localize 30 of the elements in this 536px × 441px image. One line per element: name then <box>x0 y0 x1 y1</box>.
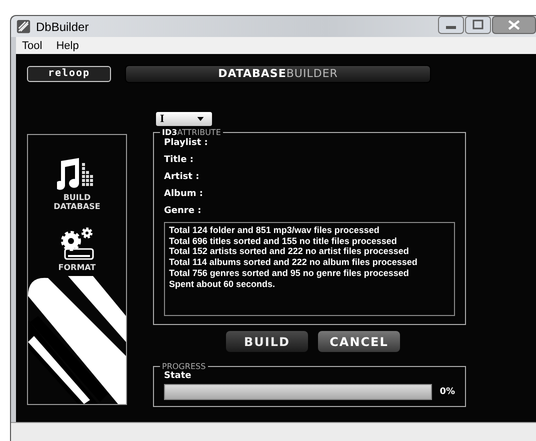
log-line: Total 124 folder and 851 mp3/wav files processed <box>169 225 380 236</box>
dropdown[interactable]: I <box>156 112 212 126</box>
log-line: Total 114 albums sorted and 222 no album files processed <box>169 257 418 268</box>
field-label: Genre : <box>164 205 202 218</box>
field-label: Artist : <box>164 171 200 184</box>
menu-item[interactable]: Tool <box>22 40 42 52</box>
state-label: State <box>164 371 192 383</box>
cancel-button[interactable]: CANCEL <box>318 331 400 352</box>
close-button[interactable] <box>492 16 536 34</box>
menu-item[interactable]: Help <box>56 40 79 52</box>
log-line: Total 696 titles sorted and 155 no title files processed <box>169 236 398 246</box>
logo: reloop <box>27 66 111 82</box>
sidebar-label[interactable]: BUILD DATABASE <box>54 193 100 211</box>
minimize-button[interactable] <box>438 16 464 34</box>
group-legend: PROGRESS <box>160 362 208 371</box>
title-banner: DATABASEBUILDER <box>125 65 431 83</box>
field-label: Album : <box>164 188 204 201</box>
log-line: Total 152 artists sorted and 222 no artist files processed <box>169 246 410 258</box>
log-line: Total 756 genres sorted and 95 no genre files processed <box>169 268 410 279</box>
field-label: Playlist : <box>164 137 209 150</box>
progress-reading: 0% <box>440 387 455 397</box>
field-label: Title : <box>164 154 194 167</box>
window-title: DbBuilder <box>36 20 89 34</box>
maximize-button[interactable] <box>465 16 491 34</box>
group-legend: ID3ATTRIBUTE <box>160 128 223 137</box>
sidebar-label[interactable]: FORMAT <box>58 263 96 272</box>
dropdown-value: I <box>160 113 164 125</box>
app-icon <box>16 19 31 34</box>
log-line: Spent about 60 seconds. <box>169 278 276 290</box>
caret-icon <box>197 117 204 121</box>
